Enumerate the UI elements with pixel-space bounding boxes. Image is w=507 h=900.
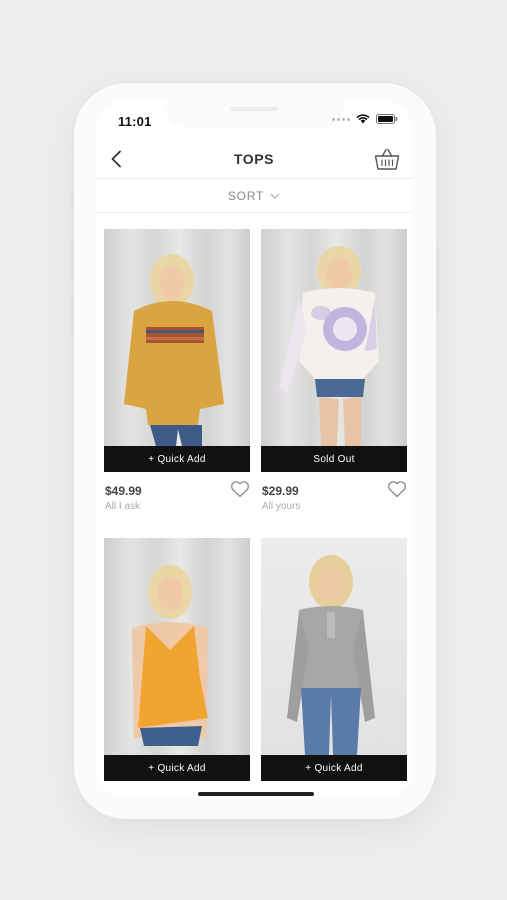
sort-dropdown[interactable]: SORT	[95, 179, 413, 213]
product-price: $49.99	[105, 484, 142, 498]
quick-add-button[interactable]: + Quick Add	[261, 755, 407, 781]
quick-add-button[interactable]: + Quick Add	[104, 755, 250, 781]
product-price: $29.99	[262, 484, 299, 498]
basket-icon	[374, 148, 400, 170]
battery-icon	[376, 114, 398, 124]
sort-label: SORT	[227, 188, 265, 203]
status-icons	[332, 114, 398, 124]
product-name: All yours	[262, 501, 301, 512]
product-image[interactable]	[104, 229, 250, 446]
chevron-down-icon	[270, 193, 280, 199]
status-time: 11:01	[118, 114, 152, 129]
sold-out-label: Sold Out	[261, 446, 407, 472]
heart-icon[interactable]	[230, 480, 250, 498]
product-name: All I ask	[105, 501, 141, 512]
cellular-signal-icon	[332, 117, 350, 121]
cart-button[interactable]	[373, 145, 401, 173]
quick-add-button[interactable]: + Quick Add	[104, 446, 250, 472]
product-image[interactable]	[261, 229, 407, 446]
app-screen: 11:01 TOPS SORT + Quick Add $49.99 All I…	[95, 101, 413, 798]
navigation-bar: TOPS	[95, 141, 413, 179]
product-image[interactable]	[104, 538, 250, 755]
model-tiedye-sweatshirt-illustration	[279, 246, 379, 446]
heart-icon[interactable]	[387, 480, 407, 498]
product-image[interactable]	[261, 538, 407, 755]
home-indicator[interactable]	[198, 792, 314, 796]
page-title: TOPS	[233, 151, 275, 167]
model-grey-henley-illustration	[287, 555, 375, 755]
wifi-icon	[356, 114, 370, 124]
model-mustard-blouse-illustration	[124, 254, 224, 446]
speaker-grille	[230, 107, 278, 111]
notch	[165, 101, 343, 127]
model-orange-tank-illustration	[132, 565, 208, 746]
